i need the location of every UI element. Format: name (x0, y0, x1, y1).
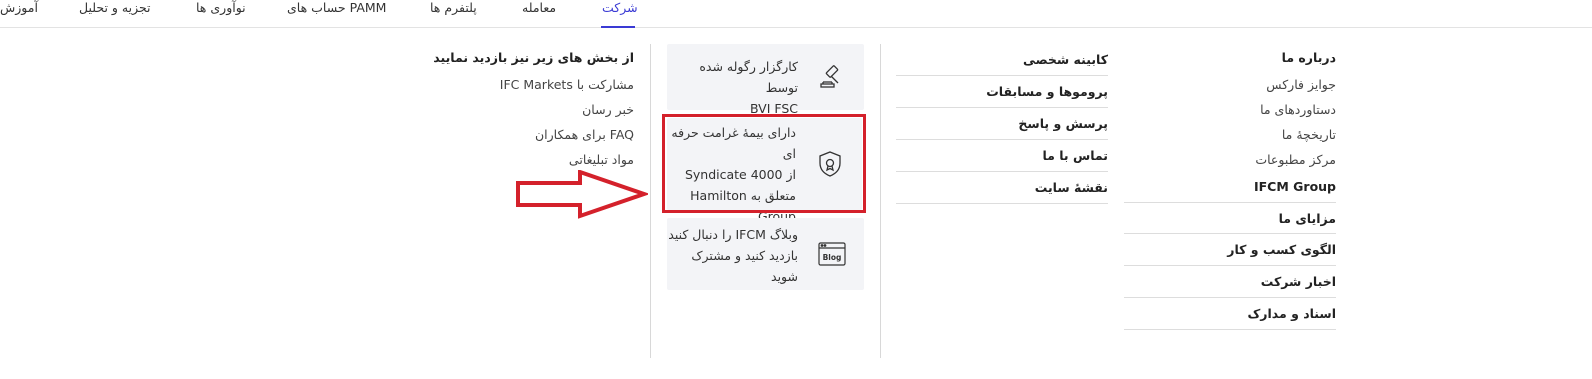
blog-icon: Blog (818, 242, 846, 266)
about-link-company-news[interactable]: اخبار شرکت (1124, 266, 1336, 298)
about-link-business-model[interactable]: الگوی کسب و کار (1124, 234, 1336, 266)
nav-item-analysis[interactable]: تجزیه و تحلیل (79, 0, 151, 15)
cabinet-link-sitemap[interactable]: نقشهٔ سایت (896, 172, 1108, 204)
blog-icon-label: Blog (823, 253, 842, 262)
cabinet-link-contact[interactable]: تماس با ما (896, 140, 1108, 172)
nav-item-education[interactable]: آموزش (0, 0, 38, 15)
nav-item-platforms[interactable]: پلتفرم ها (430, 0, 477, 15)
blog-card-line: وبلاگ IFCM را دنبال کنید (668, 227, 798, 242)
active-tab-indicator (601, 26, 635, 28)
about-link-history[interactable]: تاریخچهٔ ما (1124, 122, 1336, 147)
about-link-achievements[interactable]: دستاوردهای ما (1124, 97, 1336, 122)
about-column: درباره ما جوایز فارکس دستاوردهای ما تاری… (1124, 44, 1336, 330)
gavel-icon (820, 65, 839, 88)
highlight-annotation-box (662, 114, 866, 213)
more-link-partnership[interactable]: مشارکت با IFC Markets (430, 72, 634, 97)
about-link-documents[interactable]: اسناد و مدارک (1124, 298, 1336, 330)
nav-item-company[interactable]: شرکت (602, 0, 638, 15)
more-link-newsletter[interactable]: خبر رسان (430, 97, 634, 122)
regulation-card[interactable]: کارگزار رگوله شده توسط BVI FSC (667, 44, 864, 116)
about-link-advantages[interactable]: مزایای ما (1124, 202, 1336, 234)
annotation-arrow-icon (516, 170, 648, 219)
more-link-partner-faq[interactable]: FAQ برای همکاران (430, 122, 634, 147)
about-link-forex-awards[interactable]: جوایز فارکس (1124, 72, 1336, 97)
blog-card-line: بازدید کنید و مشترک (691, 248, 798, 263)
more-sections-heading: از بخش های زیر نیز بازدید نمایید (433, 50, 634, 65)
cabinet-link-faq[interactable]: پرسش و پاسخ (896, 108, 1108, 140)
about-link-ifcm-group[interactable]: IFCM Group (1124, 172, 1336, 202)
nav-item-pamm[interactable]: حساب های PAMM (287, 0, 386, 15)
nav-item-trading[interactable]: معامله (522, 0, 556, 15)
top-navigation: آموزش تجزیه و تحلیل نوآوری ها حساب های P… (0, 0, 1592, 28)
cabinet-column: کابینه شخصی پروموها و مسابقات پرسش و پاس… (896, 44, 1108, 204)
blog-card[interactable]: Blog وبلاگ IFCM را دنبال کنید بازدید کنی… (667, 218, 864, 290)
more-sections-column: از بخش های زیر نیز بازدید نمایید مشارکت … (430, 44, 634, 172)
cabinet-link-promos[interactable]: پروموها و مسابقات (896, 76, 1108, 108)
about-link-press-center[interactable]: مرکز مطبوعات (1124, 147, 1336, 172)
column-divider (650, 44, 651, 358)
nav-item-innovations[interactable]: نوآوری ها (196, 0, 246, 15)
cabinet-link-personal-area[interactable]: کابینه شخصی (896, 44, 1108, 76)
column-divider (880, 44, 881, 358)
more-link-promo-materials[interactable]: مواد تبلیغاتی (430, 147, 634, 172)
regulation-card-line: کارگزار رگوله شده توسط (699, 59, 798, 95)
blog-card-line: شوید (771, 269, 798, 284)
about-heading[interactable]: درباره ما (1124, 44, 1336, 72)
